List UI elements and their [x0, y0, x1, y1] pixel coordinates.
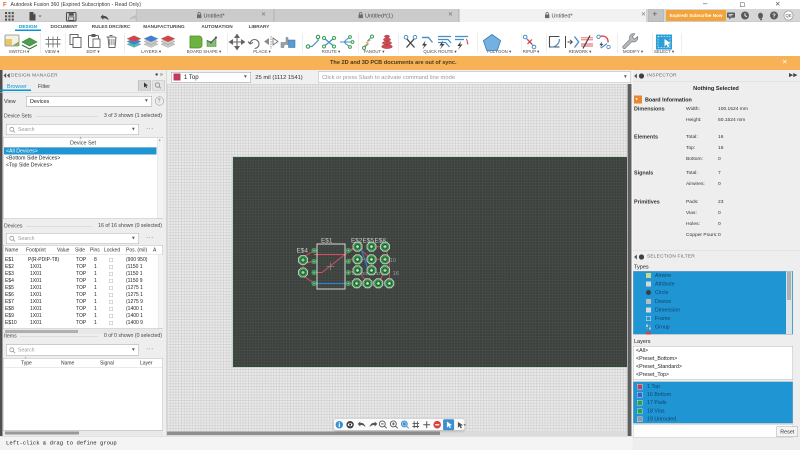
svg-text:Untitled*: Untitled* — [552, 14, 574, 20]
svg-text:Untitled*(1): Untitled*(1) — [365, 14, 393, 20]
svg-text:10: 10 — [390, 258, 396, 264]
svg-text:E$1: E$1 — [321, 238, 333, 245]
svg-text:E$4: E$4 — [297, 248, 309, 255]
svg-text:16: 16 — [393, 271, 399, 277]
svg-text:Untitled*: Untitled* — [204, 14, 226, 20]
svg-text:QE: QE — [785, 13, 791, 18]
svg-text:?: ? — [772, 14, 776, 20]
